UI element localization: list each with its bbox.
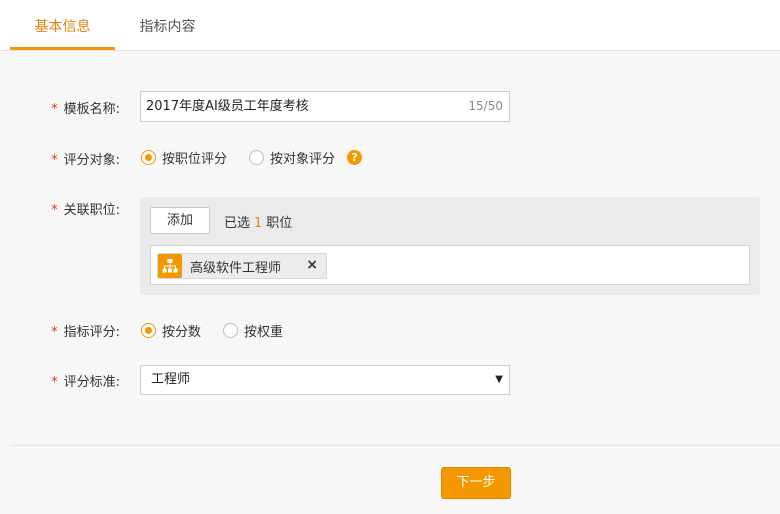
required-mark: * (51, 203, 58, 218)
indicator-scoring-label: * 指标评分: (51, 325, 120, 340)
radio-by-object[interactable]: 按对象评分 (249, 148, 335, 167)
linked-positions-label: * 关联职位: (51, 203, 120, 218)
template-name-value: 2017年度AI级员工年度考核 (146, 99, 309, 114)
radio-checked-icon (141, 150, 156, 165)
org-chart-icon (158, 254, 182, 278)
selected-count: 1 (254, 216, 263, 231)
radio-by-position[interactable]: 按职位评分 (141, 148, 227, 167)
tab-bar: 基本信息 指标内容 (0, 0, 780, 51)
required-mark: * (51, 153, 58, 168)
position-tag-label: 高级软件工程师 (190, 260, 282, 276)
footer-divider (10, 445, 780, 446)
chevron-down-icon: ▼ (495, 374, 503, 385)
active-tab-indicator (10, 47, 115, 50)
tab-indicator-content[interactable]: 指标内容 (120, 0, 215, 51)
radio-by-score[interactable]: 按分数 (141, 321, 201, 340)
close-icon[interactable]: × (306, 257, 318, 273)
question-circle-icon[interactable]: ? (347, 150, 363, 165)
template-name-input[interactable]: 2017年度AI级员工年度考核 15/50 (140, 91, 510, 122)
position-tag: 高级软件工程师 × (157, 253, 327, 279)
selected-positions-box: 高级软件工程师 × (150, 245, 750, 285)
rating-target-label: * 评分对象: (51, 153, 120, 168)
required-mark: * (51, 102, 58, 117)
radio-by-weight[interactable]: 按权重 (223, 321, 283, 340)
rating-target-radio-group: 按职位评分 按对象评分 ? (141, 148, 363, 167)
required-mark: * (51, 325, 58, 340)
radio-checked-icon (141, 323, 156, 338)
template-name-label: * 模板名称: (51, 102, 120, 117)
indicator-scoring-radio-group: 按分数 按权重 (141, 321, 305, 340)
rating-standard-value: 工程师 (151, 372, 191, 387)
required-mark: * (51, 375, 58, 390)
rating-standard-select[interactable]: 工程师 ▼ (140, 365, 510, 395)
next-step-button[interactable]: 下一步 (441, 467, 511, 499)
radio-unchecked-icon (249, 150, 265, 165)
add-position-button[interactable]: 添加 (150, 207, 210, 234)
selected-count-text: 已选 1 职位 (224, 216, 293, 231)
linked-positions-panel: 添加 已选 1 职位 高级软件工程师 × (140, 197, 760, 295)
tab-basic-info[interactable]: 基本信息 (10, 0, 115, 51)
char-counter: 15/50 (468, 99, 503, 113)
radio-unchecked-icon (223, 323, 239, 338)
rating-standard-label: * 评分标准: (51, 375, 120, 390)
